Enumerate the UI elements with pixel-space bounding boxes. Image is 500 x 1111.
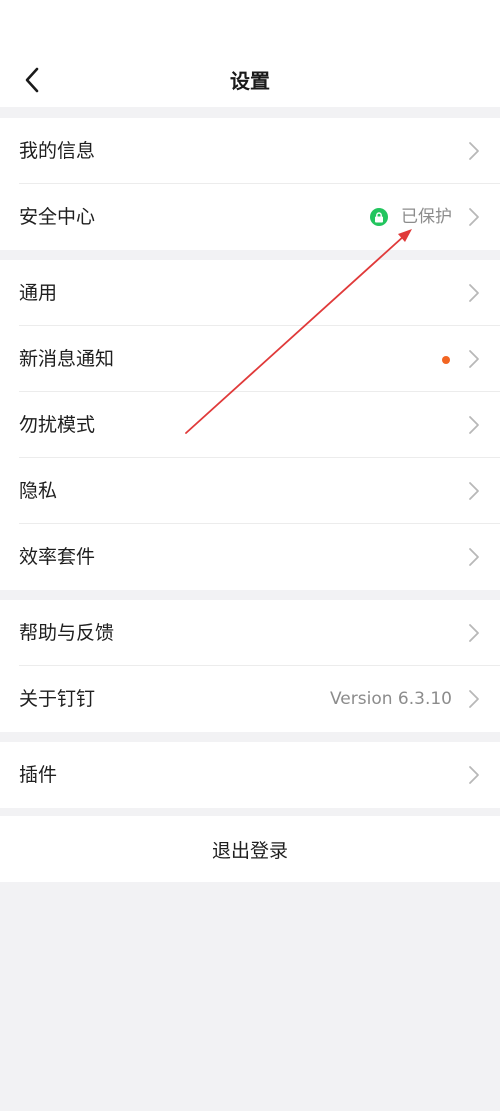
- security-status: 已保护: [401, 207, 452, 227]
- chevron-right-icon: [469, 416, 479, 434]
- settings-group-account: 我的信息 安全中心 已保护: [0, 118, 500, 250]
- lock-icon: [370, 208, 388, 226]
- menu-item-label: 新消息通知: [19, 348, 115, 370]
- menu-item-label: 插件: [19, 764, 58, 786]
- menu-item-general[interactable]: 通用: [0, 260, 500, 326]
- chevron-right-icon: [469, 142, 479, 160]
- menu-item-efficiency-suite[interactable]: 效率套件: [0, 524, 500, 590]
- menu-item-about[interactable]: 关于钉钉 Version 6.3.10: [0, 666, 500, 732]
- chevron-right-icon: [469, 766, 479, 784]
- menu-item-notifications[interactable]: 新消息通知: [0, 326, 500, 392]
- settings-group-plugins: 插件: [0, 742, 500, 808]
- page-title: 设置: [230, 69, 270, 93]
- menu-item-plugins[interactable]: 插件: [0, 742, 500, 808]
- menu-item-label: 勿扰模式: [19, 414, 96, 436]
- menu-item-label: 隐私: [19, 480, 58, 502]
- menu-item-privacy[interactable]: 隐私: [0, 458, 500, 524]
- version-text: Version 6.3.10: [330, 689, 452, 709]
- menu-item-label: 效率套件: [19, 546, 96, 568]
- menu-item-label: 安全中心: [19, 206, 96, 228]
- settings-group-general: 通用 新消息通知 勿扰模式 隐私 效率套件: [0, 260, 500, 590]
- menu-item-security-center[interactable]: 安全中心 已保护: [0, 184, 500, 250]
- notification-dot: [442, 356, 450, 364]
- chevron-right-icon: [469, 548, 479, 566]
- chevron-right-icon: [469, 208, 479, 226]
- chevron-right-icon: [469, 690, 479, 708]
- chevron-right-icon: [469, 482, 479, 500]
- chevron-right-icon: [469, 284, 479, 302]
- menu-item-do-not-disturb[interactable]: 勿扰模式: [0, 392, 500, 458]
- logout-button[interactable]: 退出登录: [0, 816, 500, 882]
- menu-item-help-feedback[interactable]: 帮助与反馈: [0, 600, 500, 666]
- menu-item-label: 通用: [19, 282, 58, 304]
- top-bar: 设置: [0, 0, 500, 107]
- settings-group-about: 帮助与反馈 关于钉钉 Version 6.3.10: [0, 600, 500, 732]
- menu-item-label: 关于钉钉: [19, 688, 96, 710]
- menu-item-my-info[interactable]: 我的信息: [0, 118, 500, 184]
- menu-item-label: 我的信息: [19, 140, 96, 162]
- menu-item-label: 帮助与反馈: [19, 622, 115, 644]
- chevron-right-icon: [469, 624, 479, 642]
- chevron-right-icon: [469, 350, 479, 368]
